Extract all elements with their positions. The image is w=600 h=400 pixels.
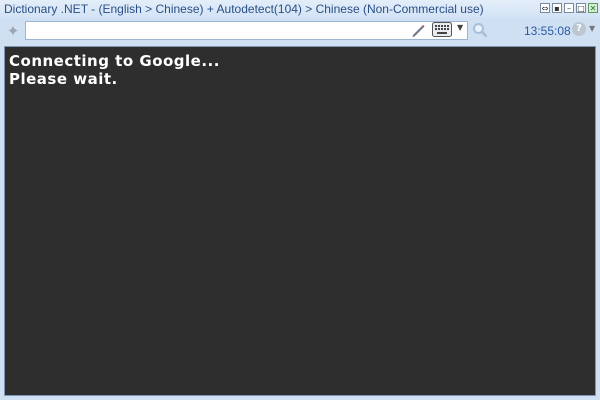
keyboard-icon[interactable]	[432, 22, 452, 37]
keyboard-dropdown-icon[interactable]: ▼	[457, 23, 463, 32]
clock: 13:55:08	[524, 24, 571, 38]
title-bar: Dictionary .NET - (English > Chinese) + …	[0, 0, 600, 18]
search-input[interactable]	[26, 22, 404, 40]
swap-languages-button[interactable]: ⇔	[540, 3, 550, 13]
minimize-button[interactable]: –	[564, 3, 574, 13]
search-icon[interactable]	[472, 22, 488, 38]
dictionary-icon[interactable]: ✦	[4, 22, 22, 40]
help-icon[interactable]: ?	[572, 22, 586, 36]
pen-icon[interactable]	[410, 22, 426, 38]
toolbar: ✦ ▼ 13:55:08 ? ▼	[0, 19, 600, 43]
help-dropdown-icon[interactable]: ▼	[589, 24, 595, 33]
window-title: Dictionary .NET - (English > Chinese) + …	[4, 2, 484, 16]
close-button[interactable]: ✕	[588, 3, 598, 13]
status-line-wait: Please wait.	[9, 70, 118, 88]
result-pane[interactable]: Connecting to Google... Please wait.	[4, 46, 596, 396]
search-box	[25, 21, 468, 40]
status-line-connecting: Connecting to Google...	[9, 52, 220, 70]
maximize-button[interactable]: □	[576, 3, 586, 13]
window-controls: ⇔ ▪ – □ ✕	[540, 3, 598, 13]
options-button[interactable]: ▪	[552, 3, 562, 13]
